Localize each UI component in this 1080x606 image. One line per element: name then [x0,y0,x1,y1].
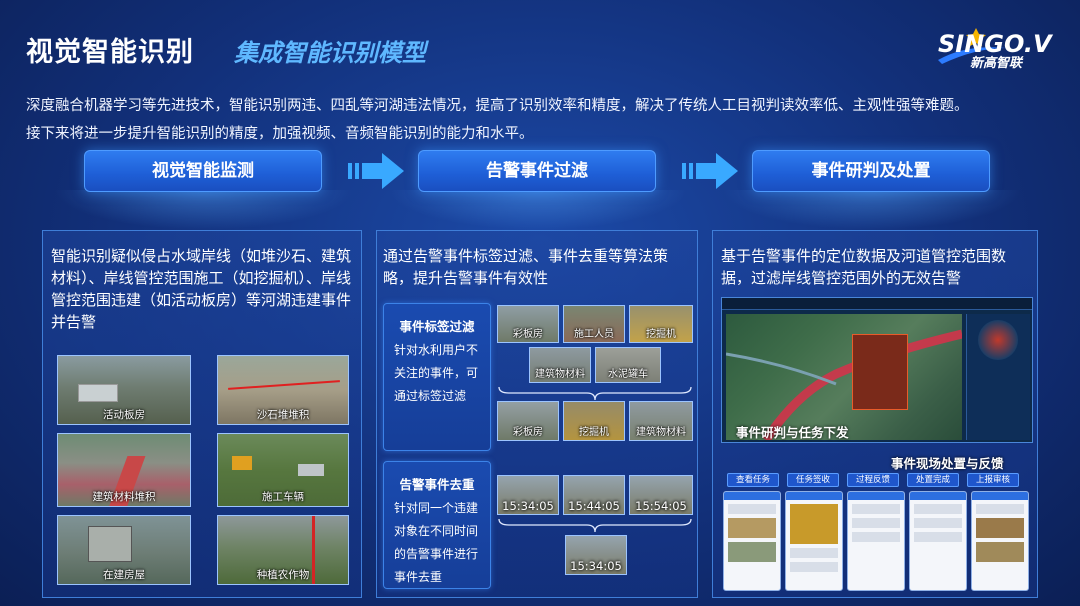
stage-alert-filtering: 告警事件过滤 [418,150,656,192]
stage-event-handling: 事件研判及处置 [752,150,990,192]
panel-2-description: 通过告警事件标签过滤、事件去重等算法策略，提升告警事件有效性 [383,247,669,287]
tag-filter-body: 针对水利用户不关注的事件，可通过标签过滤 [394,343,479,403]
thumb-crops: 种植农作物 [217,515,349,585]
thumb-label: 种植农作物 [256,569,310,581]
flow-step: 处置完成 [907,473,959,487]
stage-glow-2 [388,190,688,230]
stage-glow-3 [722,190,1022,230]
brace-divider [498,386,692,401]
arrow-right-icon [682,153,738,189]
thumb-label: 沙石堆堆积 [256,409,310,421]
panel-3-description: 基于告警事件的定位数据及河道管控范围数据，过滤岸线管控范围外的无效告警 [721,247,1007,287]
stage-glow-1 [54,190,354,230]
company-logo: SINGO.V 新高智联 [936,26,1052,72]
panel-1-description: 智能识别疑似侵占水域岸线（如堆沙石、建筑材料）、岸线管控范围施工（如挖掘机）、岸… [51,247,352,331]
phone-screen [785,491,843,591]
dedup-thumb: 15:34:05 [497,475,559,515]
tag-filter-box: 事件标签过滤 针对水利用户不关注的事件，可通过标签过滤 [383,303,491,451]
tag-thumb: 建筑物材料 [529,347,591,383]
tag-thumb: 施工人员 [563,305,625,343]
intro-line-1: 深度融合机器学习等先进技术，智能识别两违、四乱等河湖违法情况，提高了识别效率和精… [26,98,969,114]
dedup-thumb: 15:44:05 [563,475,625,515]
dedup-title: 告警事件去重 [399,477,475,492]
thumb-house-under-construction: 在建房屋 [57,515,191,585]
tag-thumb-filtered: 建筑物材料 [629,401,693,441]
phone-screen [847,491,905,591]
flow-step: 过程反馈 [847,473,899,487]
thumb-building-materials: 建筑材料堆积 [57,433,191,507]
thumb-label: 建筑材料堆积 [92,491,156,503]
dashboard-caption: 事件研判与任务下发 [736,425,849,440]
phone-screen [971,491,1029,591]
panel-event-handling: 基于告警事件的定位数据及河道管控范围数据，过滤岸线管控范围外的无效告警 事件研判… [712,230,1038,598]
stage-visual-monitoring: 视觉智能监测 [84,150,322,192]
tag-thumb: 水泥罐车 [595,347,661,383]
tag-filter-title: 事件标签过滤 [399,319,475,334]
dedup-box: 告警事件去重 针对同一个违建对象在不同时间的告警事件进行事件去重 [383,461,491,589]
panel-alert-filtering: 通过告警事件标签过滤、事件去重等算法策略，提升告警事件有效性 事件标签过滤 针对… [376,230,698,598]
tag-thumb-filtered: 挖掘机 [563,401,625,441]
page-title: 视觉智能识别 [26,37,194,68]
dedup-thumb-result: 15:34:05 [565,535,627,575]
flow-step: 查看任务 [727,473,779,487]
thumb-label: 施工车辆 [262,491,304,503]
thumb-sand-pile: 沙石堆堆积 [217,355,349,425]
flow-title: 事件现场处置与反馈 [891,456,1004,471]
tag-thumb: 挖掘机 [629,305,693,343]
tag-thumb-filtered: 彩板房 [497,401,559,441]
tag-thumb: 彩板房 [497,305,559,343]
dedup-thumb: 15:54:05 [629,475,693,515]
page-subtitle: 集成智能识别模型 [234,39,426,67]
phone-screen [909,491,967,591]
flow-step: 上报审核 [967,473,1019,487]
intro-line-2: 接下来将进一步提升智能识别的精度，加强视频、音频智能识别的能力和水平。 [26,126,534,142]
logo-chinese-name: 新高智联 [970,56,1023,71]
brace-divider [498,518,692,533]
dedup-body: 针对同一个违建对象在不同时间的告警事件进行事件去重 [394,501,479,584]
phone-screen [723,491,781,591]
thumb-label: 活动板房 [103,409,145,421]
dashboard-screenshot: 事件研判与任务下发 [721,297,1033,443]
thumb-label: 在建房屋 [103,569,145,581]
thumb-prefab-house: 活动板房 [57,355,191,425]
arrow-right-icon [348,153,404,189]
panel-visual-monitoring: 智能识别疑似侵占水域岸线（如堆沙石、建筑材料）、岸线管控范围施工（如挖掘机）、岸… [42,230,362,598]
flow-step: 任务签收 [787,473,839,487]
thumb-construction-vehicle: 施工车辆 [217,433,349,507]
